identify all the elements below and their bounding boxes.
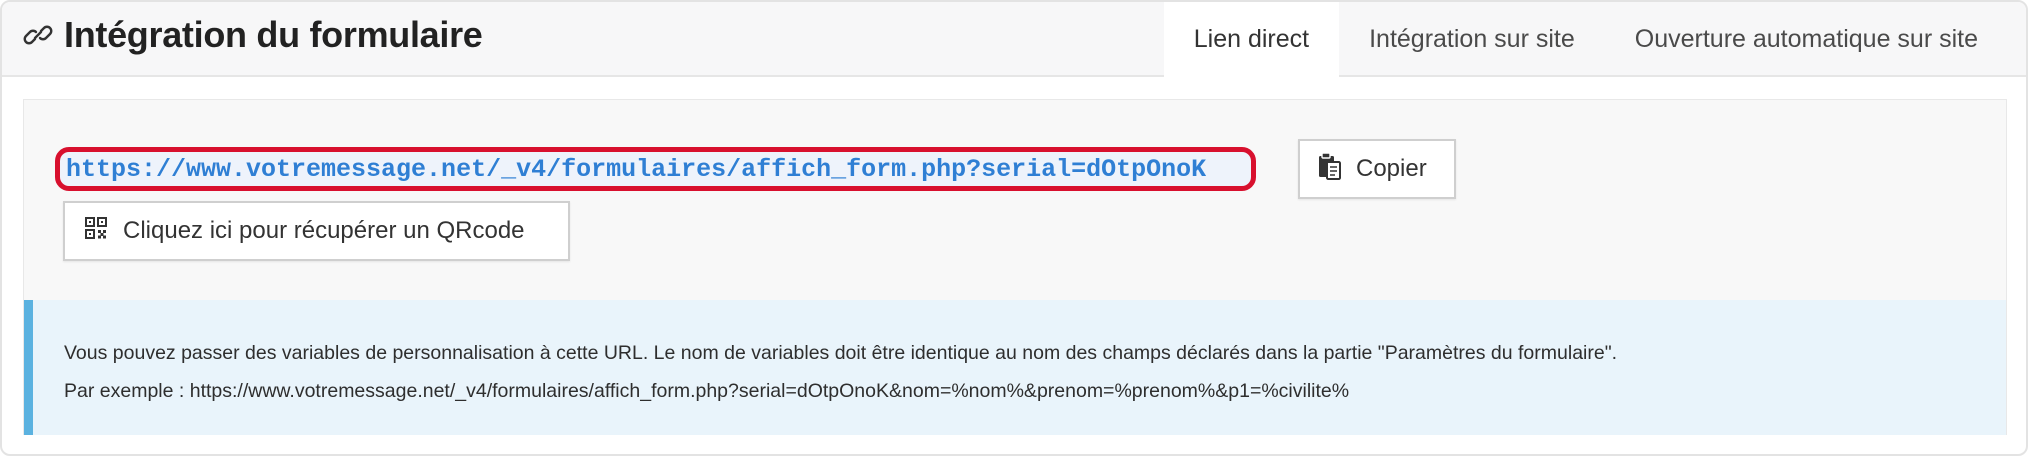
info-text-variables: Vous pouvez passer des variables de pers… bbox=[64, 342, 1618, 364]
page-title: Intégration du formulaire bbox=[64, 14, 483, 55]
copy-button[interactable]: Copier bbox=[1298, 139, 1456, 199]
tab-ouverture-automatique[interactable]: Ouverture automatique sur site bbox=[1605, 2, 2008, 77]
tab-bar: Lien direct Intégration sur site Ouvertu… bbox=[1163, 2, 2008, 79]
title-group: Intégration du formulaire bbox=[22, 14, 483, 56]
card-header: Intégration du formulaire Lien direct In… bbox=[2, 2, 2026, 79]
link-icon bbox=[22, 19, 54, 51]
info-callout: Vous pouvez passer des variables de pers… bbox=[24, 300, 2006, 435]
direct-link-url-box[interactable]: https://www.votremessage.net/_v4/formula… bbox=[55, 147, 1256, 191]
tab-lien-direct[interactable]: Lien direct bbox=[1163, 2, 1340, 79]
qrcode-icon bbox=[85, 216, 107, 246]
tab-integration-sur-site[interactable]: Intégration sur site bbox=[1339, 2, 1605, 77]
direct-link-url[interactable]: https://www.votremessage.net/_v4/formula… bbox=[66, 155, 1206, 184]
direct-link-panel: https://www.votremessage.net/_v4/formula… bbox=[23, 99, 2007, 435]
info-text-example: Par exemple : https://www.votremessage.n… bbox=[64, 380, 1350, 402]
form-integration-card: Intégration du formulaire Lien direct In… bbox=[0, 0, 2028, 456]
clipboard-icon bbox=[1318, 151, 1342, 187]
copy-button-label: Copier bbox=[1356, 155, 1427, 182]
qrcode-button-label: Cliquez ici pour récupérer un QRcode bbox=[123, 217, 525, 244]
qrcode-button[interactable]: Cliquez ici pour récupérer un QRcode bbox=[63, 201, 570, 261]
